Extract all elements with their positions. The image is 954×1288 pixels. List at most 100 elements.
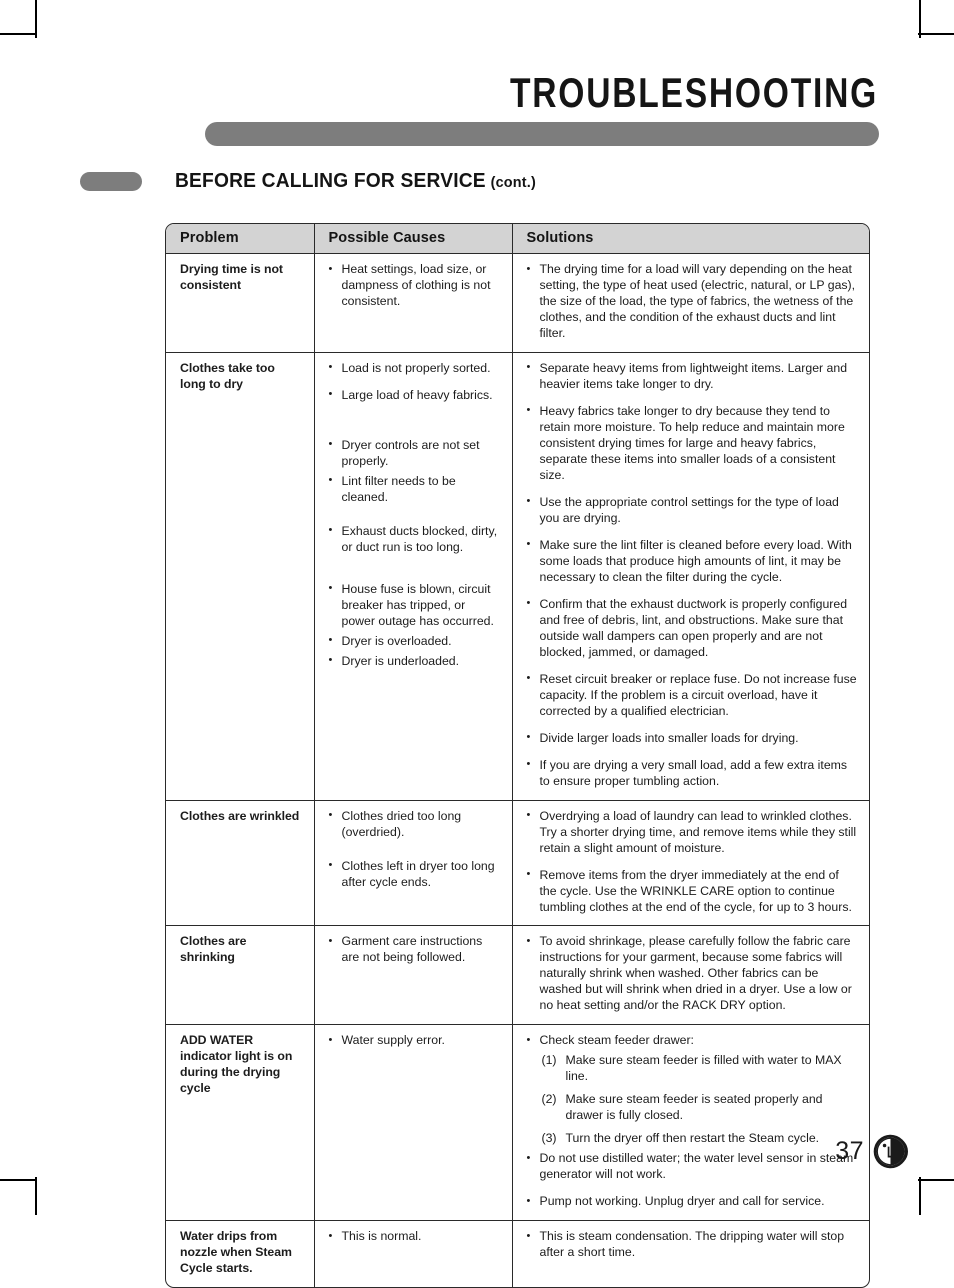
troubleshooting-table-wrapper: Problem Possible Causes Solutions Drying… [165, 223, 870, 1288]
cell-causes: This is normal. [314, 1220, 513, 1288]
list-item: Check steam feeder drawer: (1) Make sure… [527, 1033, 860, 1147]
cell-solutions: The drying time for a load will vary dep… [512, 254, 869, 353]
crop-mark-bottom-left-horizontal [0, 1179, 36, 1181]
list-item: Load is not properly sorted. [329, 360, 502, 377]
cell-solutions: Separate heavy items from lightweight it… [512, 351, 869, 801]
table-header: Problem Possible Causes Solutions [166, 224, 869, 254]
cell-problem: Clothes take too long to dry [166, 351, 315, 801]
list-item: This is steam condensation. The dripping… [527, 1229, 860, 1261]
cell-causes: Clothes dried too long (overdried). Clot… [314, 799, 513, 926]
page-title: TROUBLESHOOTING [510, 69, 878, 116]
list-item: The drying time for a load will vary dep… [527, 262, 860, 342]
section-marker-pill [80, 172, 142, 191]
numbered-item-text: Make sure steam feeder is seated properl… [565, 1092, 823, 1123]
cell-solutions: Check steam feeder drawer: (1) Make sure… [512, 1024, 869, 1221]
list-item-text: Check steam feeder drawer: [539, 1033, 694, 1048]
numbered-item-marker: (3) [541, 1131, 557, 1146]
solutions-list: To avoid shrinkage, please carefully fol… [527, 934, 860, 1014]
column-header-possible-causes: Possible Causes [314, 224, 513, 254]
list-item: Exhaust ducts blocked, dirty, or duct ru… [329, 523, 502, 556]
list-item: Large load of heavy fabrics. [329, 387, 502, 404]
cell-problem: Drying time is not consistent [166, 253, 315, 353]
cell-problem: Water drips from nozzle when Steam Cycle… [166, 1220, 315, 1288]
cell-problem: ADD WATER indicator light is on during t… [166, 1024, 315, 1221]
numbered-item-text: Make sure steam feeder is filled with wa… [565, 1053, 842, 1084]
list-item: Dryer is underloaded. [329, 653, 502, 670]
lg-logo [873, 1134, 908, 1169]
list-item: Pump not working. Unplug dryer and call … [527, 1194, 860, 1210]
section-continued-label: (cont.) [490, 174, 536, 191]
column-header-solutions: Solutions [512, 224, 869, 254]
causes-list: Load is not properly sorted. Large load … [329, 360, 502, 670]
table-row: Clothes are wrinkled Clothes dried too l… [166, 799, 869, 926]
list-item: Make sure the lint filter is cleaned bef… [527, 537, 860, 586]
cell-solutions: To avoid shrinkage, please carefully fol… [512, 925, 869, 1025]
crop-mark-top-left-horizontal [0, 33, 36, 35]
list-item: Do not use distilled water; the water le… [527, 1151, 860, 1183]
causes-list: This is normal. [329, 1229, 502, 1245]
crop-mark-top-right-horizontal [918, 33, 954, 35]
cell-problem: Clothes are shrinking [166, 925, 315, 1025]
page-number: 37 [835, 1137, 864, 1165]
numbered-item: (1) Make sure steam feeder is filled wit… [540, 1053, 860, 1085]
list-item: Separate heavy items from lightweight it… [527, 360, 860, 393]
list-item: Reset circuit breaker or replace fuse. D… [527, 671, 860, 720]
list-item: Clothes dried too long (overdried). [329, 808, 502, 841]
list-item: Overdrying a load of laundry can lead to… [527, 808, 860, 857]
list-item: This is normal. [329, 1229, 502, 1245]
numbered-item-marker: (1) [541, 1053, 557, 1068]
table-header-row: Problem Possible Causes Solutions [166, 224, 869, 254]
cell-solutions: This is steam condensation. The dripping… [512, 1220, 869, 1288]
list-item: If you are drying a very small load, add… [527, 757, 860, 790]
section-heading: BEFORE CALLING FOR SERVICE (cont.) [80, 170, 551, 193]
table-row: Drying time is not consistent Heat setti… [166, 253, 869, 353]
list-item: Water supply error. [329, 1033, 502, 1049]
numbered-item-marker: (2) [541, 1092, 557, 1107]
solutions-list: Check steam feeder drawer: (1) Make sure… [527, 1033, 860, 1210]
list-item: Use the appropriate control settings for… [527, 494, 860, 527]
solutions-list: Overdrying a load of laundry can lead to… [527, 808, 860, 916]
crop-mark-bottom-right-horizontal [918, 1179, 954, 1181]
numbered-item: (3) Turn the dryer off then restart the … [540, 1131, 860, 1147]
cell-causes: Water supply error. [314, 1024, 513, 1221]
list-item: Confirm that the exhaust ductwork is pro… [527, 596, 860, 661]
list-item: Divide larger loads into smaller loads f… [527, 730, 860, 747]
cell-problem: Clothes are wrinkled [166, 799, 315, 926]
list-item: Clothes left in dryer too long after cyc… [329, 858, 502, 891]
table-row: ADD WATER indicator light is on during t… [166, 1024, 869, 1221]
causes-list: Water supply error. [329, 1033, 502, 1049]
table-row: Water drips from nozzle when Steam Cycle… [166, 1220, 869, 1288]
numbered-item-text: Turn the dryer off then restart the Stea… [565, 1131, 820, 1146]
list-item: Heat settings, load size, or dampness of… [329, 262, 502, 310]
list-item: Garment care instructions are not being … [329, 934, 502, 966]
list-item: Dryer is overloaded. [329, 633, 502, 650]
crop-mark-bottom-right-vertical [919, 1177, 921, 1215]
column-header-problem: Problem [166, 224, 315, 254]
solutions-list: This is steam condensation. The dripping… [527, 1229, 860, 1261]
list-item: House fuse is blown, circuit breaker has… [329, 581, 502, 630]
table-body: Drying time is not consistent Heat setti… [166, 253, 869, 1288]
list-item: Dryer controls are not set properly. [329, 437, 502, 470]
section-title-text: BEFORE CALLING FOR SERVICE [175, 170, 486, 192]
numbered-item: (2) Make sure steam feeder is seated pro… [540, 1092, 860, 1124]
page-footer: 37 [835, 1134, 908, 1169]
cell-causes: Heat settings, load size, or dampness of… [314, 253, 513, 353]
table-row: Clothes take too long to dry Load is not… [166, 351, 869, 801]
numbered-sublist: (1) Make sure steam feeder is filled wit… [540, 1053, 860, 1147]
solutions-list: The drying time for a load will vary dep… [527, 262, 860, 342]
causes-list: Heat settings, load size, or dampness of… [329, 262, 502, 310]
title-rule-bar [205, 122, 879, 146]
causes-list: Clothes dried too long (overdried). Clot… [329, 808, 502, 891]
causes-list: Garment care instructions are not being … [329, 934, 502, 966]
solutions-list: Separate heavy items from lightweight it… [527, 360, 860, 790]
list-item: Remove items from the dryer immediately … [527, 867, 860, 916]
table-row: Clothes are shrinking Garment care instr… [166, 925, 869, 1025]
troubleshooting-table: Problem Possible Causes Solutions Drying… [166, 224, 869, 1288]
list-item: To avoid shrinkage, please carefully fol… [527, 934, 860, 1014]
section-title: BEFORE CALLING FOR SERVICE (cont.) [175, 170, 536, 193]
crop-mark-bottom-left-vertical [35, 1177, 37, 1215]
list-item: Lint filter needs to be cleaned. [329, 473, 502, 506]
cell-solutions: Overdrying a load of laundry can lead to… [512, 799, 869, 926]
cell-causes: Garment care instructions are not being … [314, 925, 513, 1025]
cell-causes: Load is not properly sorted. Large load … [314, 351, 513, 801]
